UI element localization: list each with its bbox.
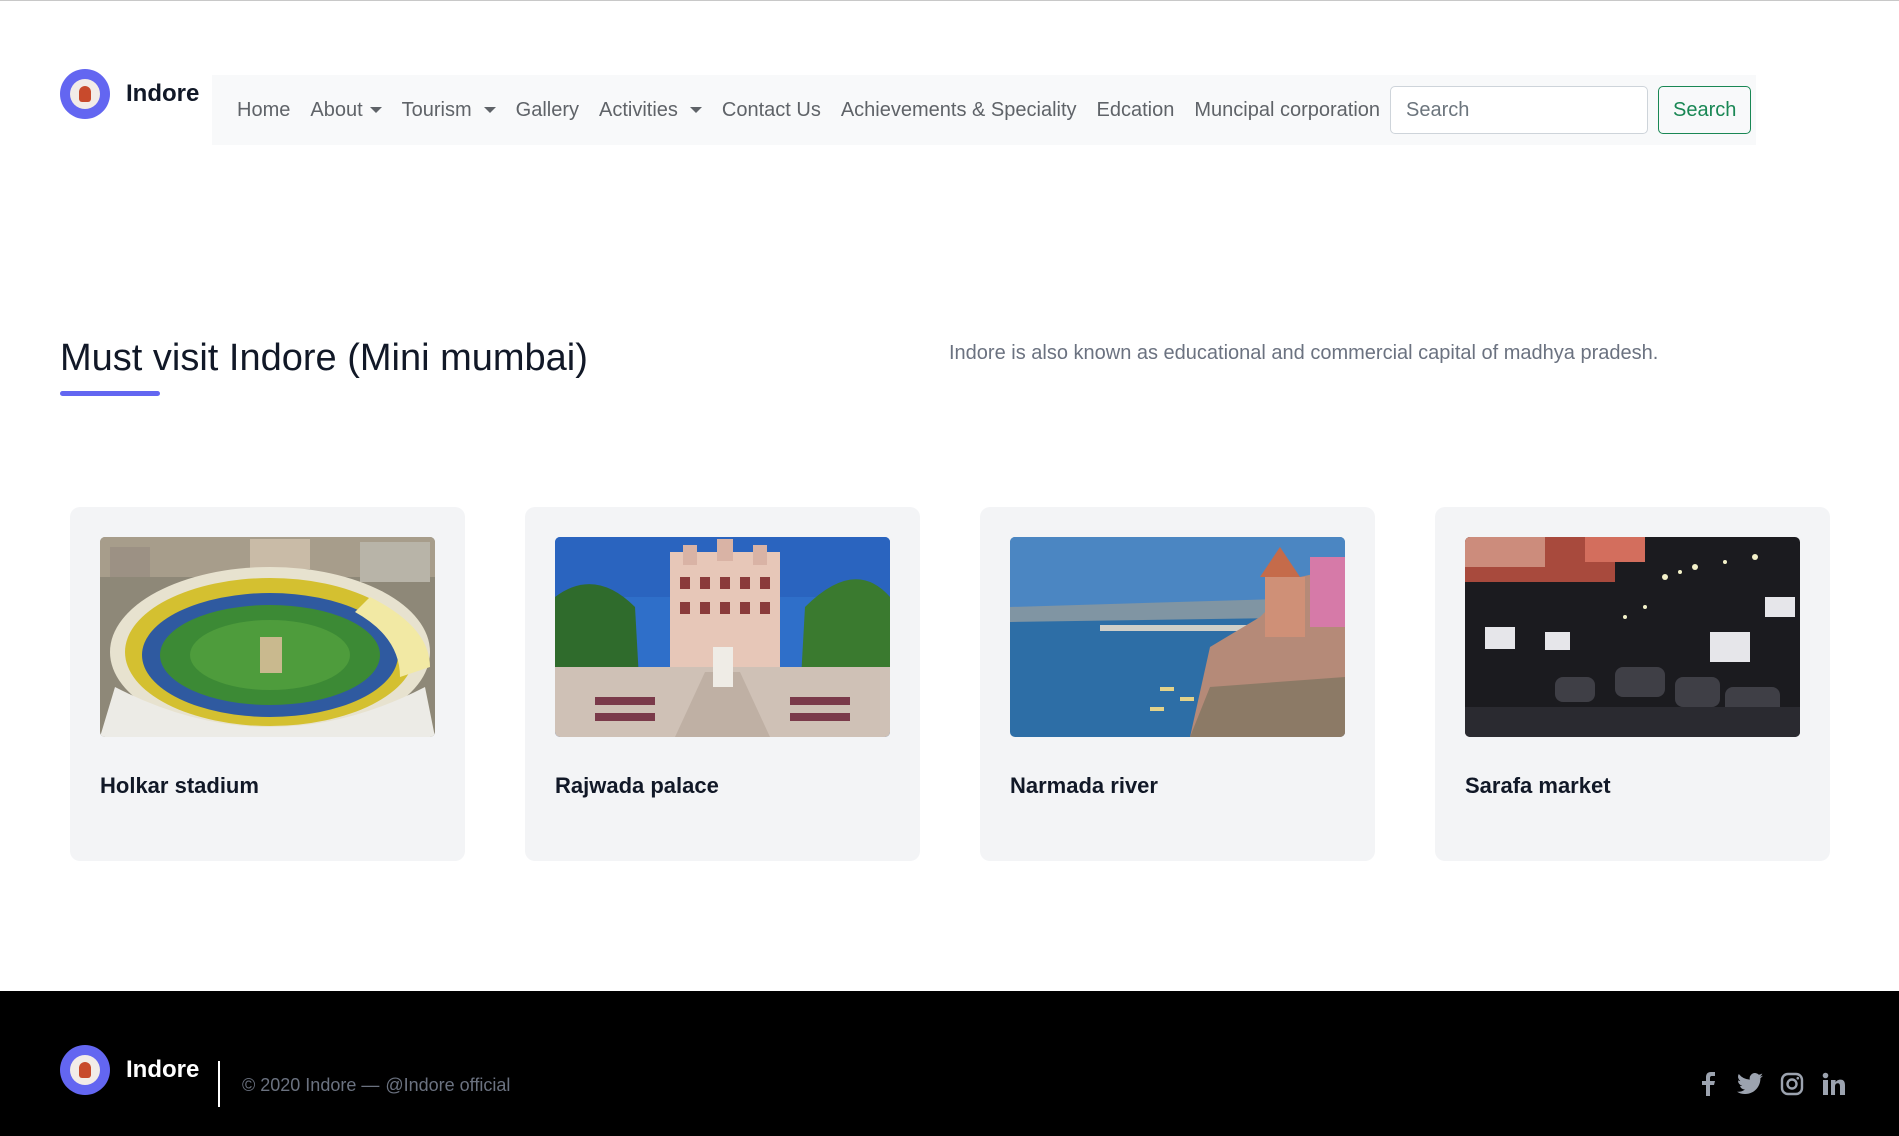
- river-photo: [1010, 537, 1345, 737]
- copyright-text: © 2020 Indore —: [242, 1075, 380, 1095]
- card-title: Narmada river: [1010, 773, 1158, 798]
- nav-label: Tourism: [401, 98, 472, 121]
- card-grid: Holkar stadium Rajwada palace Narmada ri…: [70, 507, 1830, 861]
- instagram-icon[interactable]: [1779, 1071, 1805, 1097]
- nav-item-education[interactable]: Edcation: [1097, 99, 1175, 122]
- nav-label: Home: [237, 98, 291, 121]
- stadium-photo: [100, 537, 435, 737]
- card-title: Sarafa market: [1465, 773, 1611, 798]
- brand[interactable]: Indore: [60, 69, 199, 119]
- place-card[interactable]: Holkar stadium: [70, 507, 465, 861]
- night-market-photo: [1465, 537, 1800, 737]
- nav-label: Contact Us: [721, 98, 821, 121]
- nav-item-gallery[interactable]: Gallery: [516, 99, 579, 122]
- section-tagline: Indore is also known as educational and …: [949, 342, 1659, 364]
- footer-brand-name: Indore: [126, 1056, 200, 1083]
- caret-down-icon: [369, 107, 382, 113]
- caret-down-icon: [689, 107, 702, 113]
- footer: Indore © 2020 Indore — @Indore official: [0, 991, 1899, 1136]
- footer-divider: [218, 1061, 220, 1107]
- place-card[interactable]: Narmada river: [980, 507, 1375, 861]
- nav-label: Edcation: [1096, 98, 1175, 121]
- navbar: Home About Tourism Gallery Activities Co…: [212, 75, 1756, 145]
- nav-label: Gallery: [515, 98, 579, 121]
- place-card[interactable]: Sarafa market: [1435, 507, 1830, 861]
- social-links: [1679, 1071, 1847, 1097]
- nav-item-achievements[interactable]: Achievements & Speciality: [841, 99, 1077, 122]
- nav-label: About: [310, 98, 363, 121]
- nav-item-activities[interactable]: Activities: [599, 99, 702, 122]
- nav-item-tourism[interactable]: Tourism: [402, 99, 496, 122]
- nav-label: Activities: [599, 98, 678, 121]
- caret-down-icon: [483, 107, 496, 113]
- nav-item-about[interactable]: About: [310, 98, 382, 122]
- title-underline: [60, 391, 160, 396]
- palace-photo: [555, 537, 890, 737]
- nav-item-home[interactable]: Home: [237, 99, 290, 122]
- nav-label: Muncipal corporation: [1194, 98, 1381, 121]
- nav-item-corporation[interactable]: Muncipal corporation: [1194, 99, 1380, 122]
- place-card[interactable]: Rajwada palace: [525, 507, 920, 861]
- indore-logo-icon: [60, 1045, 110, 1095]
- card-title: Holkar stadium: [100, 773, 259, 798]
- facebook-icon[interactable]: [1695, 1071, 1721, 1097]
- footer-brand[interactable]: Indore: [60, 1045, 199, 1095]
- linkedin-icon[interactable]: [1821, 1071, 1847, 1097]
- nav-item-contact[interactable]: Contact Us: [722, 99, 821, 122]
- nav-label: Achievements & Speciality: [840, 98, 1077, 121]
- search-button[interactable]: Search: [1658, 86, 1752, 134]
- twitter-icon[interactable]: [1737, 1071, 1763, 1097]
- brand-name: Indore: [126, 80, 200, 107]
- copyright: © 2020 Indore — @Indore official: [242, 1075, 510, 1096]
- indore-logo-icon: [60, 69, 110, 119]
- twitter-handle-link[interactable]: @Indore official: [385, 1075, 510, 1095]
- card-title: Rajwada palace: [555, 773, 719, 798]
- section-title: Must visit Indore (Mini mumbai): [60, 337, 588, 379]
- search-input[interactable]: [1390, 86, 1649, 134]
